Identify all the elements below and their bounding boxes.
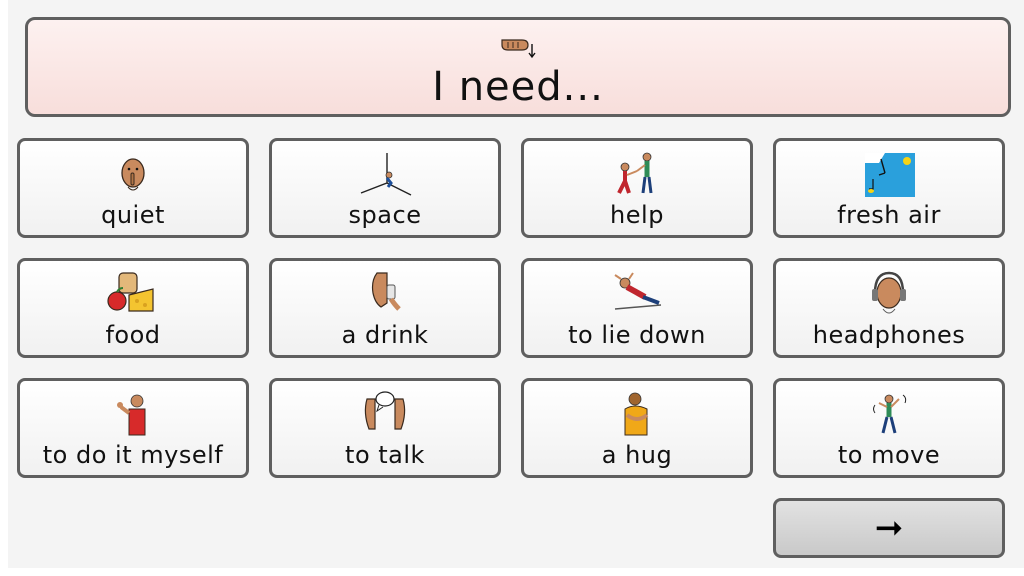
- tile-quiet[interactable]: quiet: [17, 138, 249, 238]
- headphones-icon: [872, 271, 906, 314]
- tile-food[interactable]: food: [17, 258, 249, 358]
- tile-fresh-air[interactable]: fresh air: [773, 138, 1005, 238]
- lie-down-icon: [614, 272, 662, 310]
- tile-label: help: [610, 201, 664, 229]
- tile-talk[interactable]: to talk: [269, 378, 501, 478]
- tile-lie-down[interactable]: to lie down: [521, 258, 753, 358]
- space-icon: [360, 153, 412, 196]
- tile-label: a drink: [341, 321, 429, 349]
- tile-label: to talk: [345, 441, 425, 469]
- tile-move[interactable]: to move: [773, 378, 1005, 478]
- tile-label: quiet: [101, 201, 165, 229]
- tile-label: to lie down: [568, 321, 706, 349]
- tile-label: to do it myself: [42, 441, 224, 469]
- tile-label: space: [348, 201, 422, 229]
- tile-headphones[interactable]: headphones: [773, 258, 1005, 358]
- tile-hug[interactable]: a hug: [521, 378, 753, 478]
- tile-help[interactable]: help: [521, 138, 753, 238]
- right-arrow-icon: ➞: [874, 508, 904, 548]
- pointing-hand-icon: [501, 39, 536, 59]
- talk-icon: [364, 391, 406, 430]
- hug-icon: [624, 392, 649, 436]
- drink-icon: [371, 272, 401, 311]
- tile-do-it-myself[interactable]: to do it myself: [17, 378, 249, 478]
- choice-grid: quiet space help fresh air food a drink …: [17, 138, 1005, 478]
- fresh-air-icon: [865, 153, 915, 197]
- move-icon: [873, 394, 907, 434]
- sentence-header: I need...: [25, 17, 1011, 117]
- tile-label: fresh air: [837, 201, 941, 229]
- tile-label: food: [105, 321, 161, 349]
- food-icon: [107, 272, 154, 312]
- tile-space[interactable]: space: [269, 138, 501, 238]
- header-title: I need...: [432, 64, 604, 110]
- next-button[interactable]: ➞: [773, 498, 1005, 558]
- help-icon: [617, 152, 653, 194]
- communication-board: I need... quiet space help fresh air foo…: [8, 0, 1024, 568]
- quiet-icon: [121, 158, 145, 191]
- do-it-myself-icon: [117, 394, 146, 436]
- tile-label: to move: [837, 441, 941, 469]
- tile-label: headphones: [812, 321, 966, 349]
- tile-label: a hug: [601, 441, 673, 469]
- tile-drink[interactable]: a drink: [269, 258, 501, 358]
